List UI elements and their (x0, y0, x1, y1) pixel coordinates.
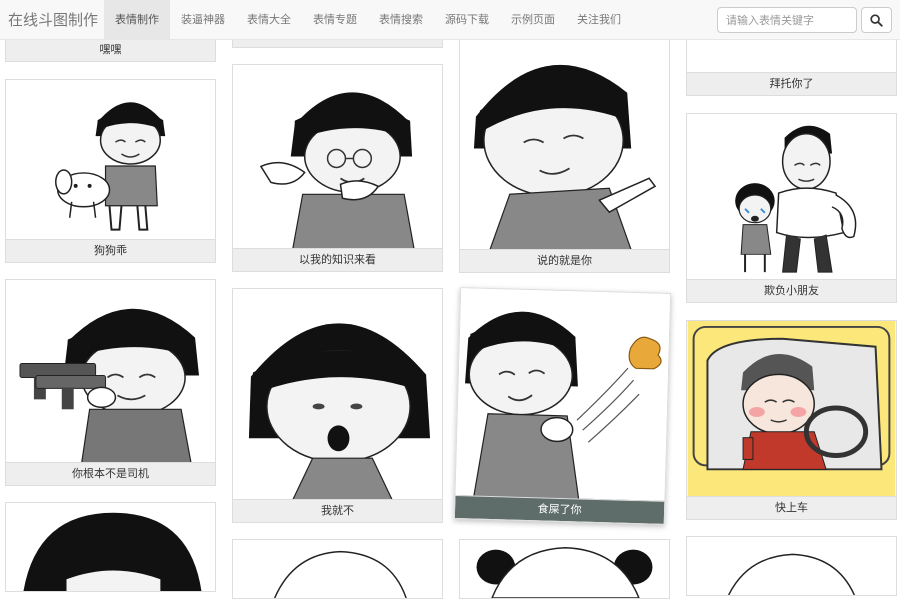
meme-caption: 快上车 (687, 496, 896, 519)
meme-card[interactable] (5, 502, 216, 592)
meme-caption: 我就不 (233, 499, 442, 522)
search-input[interactable] (717, 7, 857, 33)
meme-caption: 以我的知识来看 (233, 248, 442, 271)
search-icon (870, 13, 883, 27)
nav-item-meme-search[interactable]: 表情搜索 (368, 0, 434, 40)
meme-caption: 嘿嘿 (6, 38, 215, 61)
meme-card[interactable] (459, 539, 670, 599)
nav-item-meme-topics[interactable]: 表情专题 (302, 0, 368, 40)
nav-item-source-download[interactable]: 源码下载 (434, 0, 500, 40)
nav-item-make-meme[interactable]: 表情制作 (104, 0, 170, 40)
meme-image-mushroom-head-partial (6, 503, 215, 591)
meme-image-mushroom-head-with-glasses (233, 65, 442, 249)
meme-card[interactable]: 狗狗乖 (5, 79, 216, 263)
meme-caption: 食屎了你 (454, 495, 665, 524)
meme-card[interactable]: 你根本不是司机 (5, 279, 216, 486)
meme-card[interactable]: 食屎了你 (453, 287, 672, 525)
meme-card[interactable]: 我就不 (232, 288, 443, 523)
meme-image-mushroom-head-shocked (233, 289, 442, 500)
nav-item-show-off-tool[interactable]: 装逼神器 (170, 0, 236, 40)
nav-item-meme-collection[interactable]: 表情大全 (236, 0, 302, 40)
meme-caption: 拜托你了 (687, 72, 896, 95)
meme-card[interactable]: 说的就是你 (459, 28, 670, 273)
search-button[interactable] (861, 7, 892, 33)
meme-image-mushroom-head-partial (233, 540, 442, 598)
meme-image-mushroom-head-holding-dog (6, 80, 215, 240)
meme-image-mushroom-head-with-gun (6, 280, 215, 463)
meme-caption: 欺负小朋友 (687, 279, 896, 302)
main-nav: 表情制作 装逼神器 表情大全 表情专题 表情搜索 源码下载 示例页面 关注我们 (104, 0, 632, 40)
nav-item-follow-us[interactable]: 关注我们 (566, 0, 632, 40)
meme-caption: 狗狗乖 (6, 239, 215, 262)
meme-card[interactable]: 快上车 (686, 320, 897, 520)
meme-image-mushroom-head-throwing-poop (455, 288, 671, 502)
meme-image-man-driving-car (687, 321, 896, 497)
nav-item-example-page[interactable]: 示例页面 (500, 0, 566, 40)
meme-card[interactable] (232, 539, 443, 599)
meme-card[interactable]: 欺负小朋友 (686, 113, 897, 303)
site-brand[interactable]: 在线斗图制作 (8, 0, 98, 40)
meme-card[interactable] (686, 536, 897, 596)
navbar: 在线斗图制作 表情制作 装逼神器 表情大全 表情专题 表情搜索 源码下载 示例页… (0, 0, 900, 40)
meme-caption: 说的就是你 (460, 249, 669, 272)
meme-image-muscle-man-and-crying-kid (687, 114, 896, 280)
meme-image-mushroom-head-pointing (460, 29, 669, 250)
meme-card[interactable]: 以我的知识来看 (232, 64, 443, 272)
meme-caption: 你根本不是司机 (6, 462, 215, 485)
meme-image-mushroom-head-partial (687, 537, 896, 595)
meme-image-panda-head-partial (460, 540, 669, 598)
